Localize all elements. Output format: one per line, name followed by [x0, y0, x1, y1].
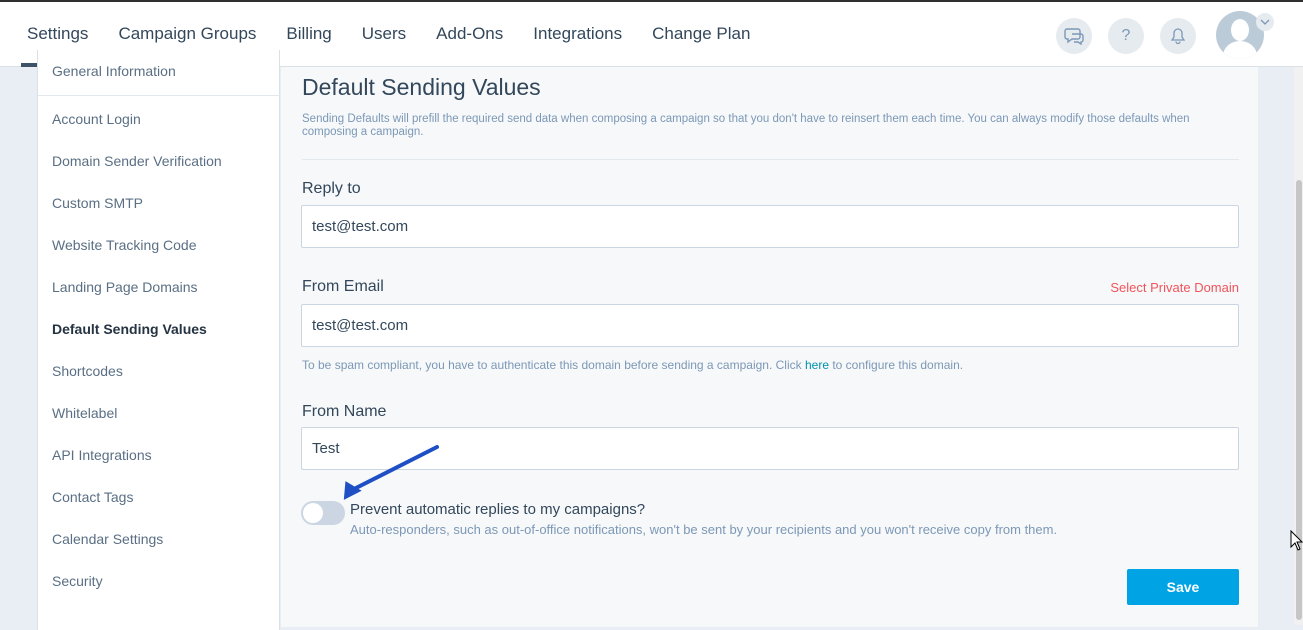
- select-private-domain-link[interactable]: Select Private Domain: [1110, 280, 1239, 295]
- sidebar-item-contact-tags[interactable]: Contact Tags: [52, 489, 133, 505]
- sidebar-item-security[interactable]: Security: [52, 573, 103, 589]
- help-button[interactable]: ?: [1108, 18, 1144, 54]
- sidebar-item-custom-smtp[interactable]: Custom SMTP: [52, 195, 143, 211]
- page-description: Sending Defaults will prefill the requir…: [302, 113, 1190, 138]
- toggle-knob: [303, 503, 323, 523]
- scrollbar-thumb[interactable]: [1296, 180, 1302, 620]
- help-text-after: to configure this domain.: [829, 358, 964, 372]
- help-icon: ?: [1121, 27, 1131, 44]
- nav-tab-integrations[interactable]: Integrations: [533, 0, 622, 67]
- sidebar-item-domain-sender-verification[interactable]: Domain Sender Verification: [52, 153, 222, 169]
- prevent-auto-replies-toggle[interactable]: [301, 501, 345, 525]
- settings-sidebar: General Information Account Login Domain…: [37, 50, 281, 630]
- reply-to-input[interactable]: [301, 205, 1239, 248]
- mouse-cursor-icon: [1290, 530, 1303, 551]
- reply-to-label: Reply to: [302, 180, 361, 197]
- chevron-down-icon: [1260, 19, 1270, 25]
- sidebar-item-calendar-settings[interactable]: Calendar Settings: [52, 531, 163, 547]
- settings-content-panel: [281, 67, 1258, 627]
- sidebar-item-general-information[interactable]: General Information: [52, 63, 176, 79]
- sidebar-item-api-integrations[interactable]: API Integrations: [52, 447, 152, 463]
- nav-tab-change-plan[interactable]: Change Plan: [652, 0, 750, 67]
- configure-domain-link[interactable]: here: [805, 358, 829, 372]
- avatar-head-shape: [1231, 19, 1249, 41]
- from-name-label: From Name: [302, 403, 387, 420]
- help-text-before: To be spam compliant, you have to authen…: [302, 358, 805, 372]
- chat-button[interactable]: [1056, 18, 1092, 54]
- nav-tab-users[interactable]: Users: [362, 0, 406, 67]
- from-email-input[interactable]: [301, 304, 1239, 347]
- sidebar-item-whitelabel[interactable]: Whitelabel: [52, 405, 117, 421]
- chat-icon: [1064, 28, 1084, 45]
- page-title: Default Sending Values: [302, 74, 541, 100]
- sidebar-divider: [38, 95, 281, 96]
- bell-icon: [1171, 28, 1185, 44]
- notifications-button[interactable]: [1160, 18, 1196, 54]
- account-menu-toggle[interactable]: [1256, 13, 1274, 31]
- avatar-body-shape: [1223, 41, 1257, 59]
- sidebar-item-shortcodes[interactable]: Shortcodes: [52, 363, 123, 379]
- save-button[interactable]: Save: [1127, 569, 1239, 605]
- nav-tab-billing[interactable]: Billing: [286, 0, 331, 67]
- sidebar-item-default-sending-values[interactable]: Default Sending Values: [52, 321, 207, 337]
- sidebar-item-landing-page-domains[interactable]: Landing Page Domains: [52, 279, 198, 295]
- prevent-auto-replies-label: Prevent automatic replies to my campaign…: [350, 501, 646, 518]
- from-email-label: From Email: [302, 278, 384, 295]
- spam-compliance-help: To be spam compliant, you have to authen…: [302, 358, 963, 372]
- section-divider: [302, 159, 1239, 160]
- sidebar-item-website-tracking-code[interactable]: Website Tracking Code: [52, 237, 196, 253]
- nav-tab-add-ons[interactable]: Add-Ons: [436, 0, 503, 67]
- annotation-arrow-icon: [343, 445, 439, 500]
- sidebar-item-account-login[interactable]: Account Login: [52, 111, 141, 127]
- prevent-auto-replies-description: Auto-responders, such as out-of-office n…: [350, 522, 1058, 537]
